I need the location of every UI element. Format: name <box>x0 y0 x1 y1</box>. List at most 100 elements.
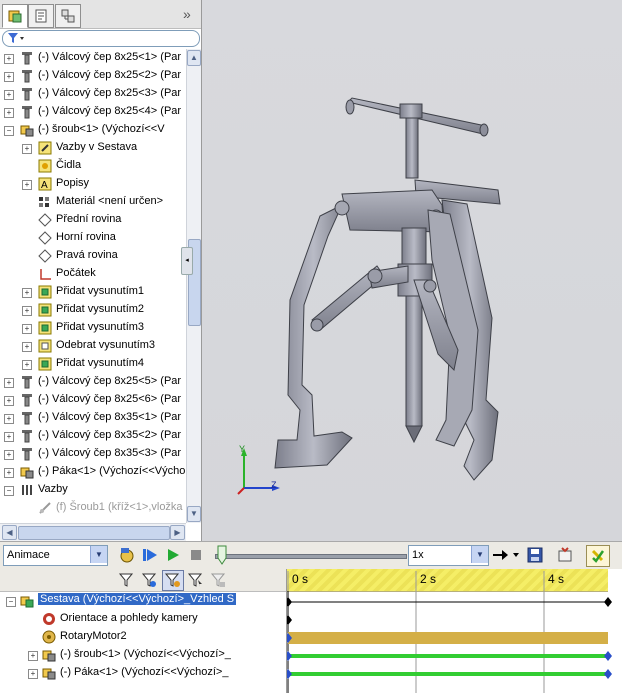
expand-toggle[interactable]: + <box>4 72 14 82</box>
expand-toggle[interactable]: + <box>4 414 14 424</box>
scroll-down-button[interactable]: ▼ <box>187 506 201 522</box>
tree-item[interactable]: + (-) Válcový čep 8x25<6> (Par <box>0 391 186 409</box>
component-change-bar[interactable] <box>288 654 608 658</box>
playback-slider-thumb[interactable] <box>216 545 228 565</box>
expand-toggle[interactable]: + <box>4 54 14 64</box>
expand-toggle[interactable]: + <box>22 288 32 298</box>
playback-slider[interactable] <box>215 554 407 559</box>
tree-item[interactable]: + (-) Válcový čep 8x35<3> (Par <box>0 445 186 463</box>
end-key[interactable] <box>604 597 612 607</box>
feature-manager-tab[interactable] <box>2 4 28 28</box>
motion-tree-item[interactable]: RotaryMotor2 <box>0 628 286 646</box>
filter-results-icon[interactable] <box>210 572 226 588</box>
panel-collapse-handle[interactable]: ◂ <box>181 247 193 275</box>
configuration-manager-tab[interactable] <box>55 4 81 28</box>
playback-speed-select[interactable]: 1x ▼ <box>408 545 489 566</box>
motion-tree-item[interactable]: + (-) šroub<1> (Výchozí<<Výchozí>_ <box>0 646 286 664</box>
tree-item[interactable]: + Přidat vysunutím2 <box>0 301 186 319</box>
stop-icon[interactable] <box>187 546 205 564</box>
scroll-left-button[interactable]: ◀ <box>2 525 17 540</box>
study-type-select[interactable]: Animace ▼ <box>3 545 108 566</box>
expand-toggle[interactable]: + <box>28 669 38 679</box>
component-change-bar[interactable] <box>288 672 608 676</box>
tree-item[interactable]: + (-) Válcový čep 8x25<4> (Par <box>0 103 186 121</box>
tree-horizontal-scrollbar[interactable]: ◀ ▶ <box>0 523 186 541</box>
filter-animated-icon[interactable] <box>141 572 157 588</box>
animation-wizard-icon[interactable] <box>556 546 574 564</box>
tree-item[interactable]: (f) Šroub1 (kříž<1>,vložka <box>0 499 186 517</box>
collapse-toggle[interactable]: − <box>6 597 16 607</box>
tree-item[interactable]: − (-) šroub<1> (Výchozí<<V <box>0 121 186 139</box>
tree-item[interactable]: + A Popisy <box>0 175 186 193</box>
tree-item[interactable]: + (-) Válcový čep 8x25<2> (Par <box>0 67 186 85</box>
tree-item[interactable]: + (-) Válcový čep 8x25<1> (Par <box>0 49 186 67</box>
tree-item[interactable]: + Vazby v Sestava <box>0 139 186 157</box>
timeline-graph[interactable]: 0 s 2 s 4 s <box>287 569 622 693</box>
play-from-start-icon[interactable] <box>141 546 159 564</box>
property-manager-tab[interactable] <box>28 4 54 28</box>
tree-item-label: (-) Válcový čep 8x25<2> (Par <box>38 69 182 81</box>
tree-item[interactable]: + (-) Válcový čep 8x35<1> (Par <box>0 409 186 427</box>
expand-toggle[interactable]: + <box>22 360 32 370</box>
component-start-key[interactable] <box>287 651 292 661</box>
tree-item-label: Pravá rovina <box>56 249 118 261</box>
tree-item[interactable]: + Přidat vysunutím4 <box>0 355 186 373</box>
tree-item[interactable]: + Přidat vysunutím1 <box>0 283 186 301</box>
tree-item[interactable]: − Vazby <box>0 481 186 499</box>
expand-toggle[interactable]: + <box>4 468 14 478</box>
horizontal-scroll-thumb[interactable] <box>18 526 170 540</box>
more-tabs-button[interactable]: » <box>183 6 191 22</box>
expand-toggle[interactable]: + <box>22 144 32 154</box>
autokey-button[interactable] <box>586 545 610 567</box>
expand-toggle[interactable]: + <box>28 651 38 661</box>
calculate-icon[interactable] <box>118 546 136 564</box>
motion-tree-item[interactable]: − Sestava (Výchozí<<Výchozí>_Vzhled S <box>0 592 286 610</box>
scroll-up-button[interactable]: ▲ <box>187 50 201 66</box>
tree-item[interactable]: Přední rovina <box>0 211 186 229</box>
graphics-area[interactable]: Y Z <box>202 0 622 541</box>
feature-filter-input[interactable] <box>2 30 200 47</box>
tree-item[interactable]: Pravá rovina <box>0 247 186 265</box>
tree-item[interactable]: + (-) Válcový čep 8x25<5> (Par <box>0 373 186 391</box>
expand-toggle[interactable]: + <box>22 324 32 334</box>
expand-toggle[interactable]: + <box>22 306 32 316</box>
chevron-down-icon[interactable]: ▼ <box>471 546 488 563</box>
collapse-toggle[interactable]: − <box>4 126 14 136</box>
camera-key[interactable] <box>287 615 292 625</box>
tree-item[interactable]: Horní rovina <box>0 229 186 247</box>
expand-toggle[interactable]: + <box>4 378 14 388</box>
expand-toggle[interactable]: + <box>22 342 32 352</box>
component-end-key[interactable] <box>604 651 612 661</box>
scroll-right-button[interactable]: ▶ <box>170 525 185 540</box>
expand-toggle[interactable]: + <box>4 396 14 406</box>
tree-item[interactable]: Počátek <box>0 265 186 283</box>
component-end-key[interactable] <box>604 669 612 679</box>
expand-toggle[interactable]: + <box>4 450 14 460</box>
tree-item[interactable]: Čidla <box>0 157 186 175</box>
tree-item[interactable]: + (-) Válcový čep 8x35<2> (Par <box>0 427 186 445</box>
save-animation-icon[interactable] <box>526 546 544 564</box>
motor-bar[interactable] <box>288 632 608 644</box>
expand-toggle[interactable]: + <box>22 180 32 190</box>
tree-item[interactable]: + (-) Válcový čep 8x25<3> (Par <box>0 85 186 103</box>
motion-tree-item[interactable]: + (-) Páka<1> (Výchozí<<Výchozí>_ <box>0 664 286 682</box>
tree-vertical-scrollbar[interactable]: ▲ ◂ ▼ <box>181 49 201 523</box>
filter-selected-icon[interactable] <box>187 572 203 588</box>
tree-item[interactable]: + Přidat vysunutím3 <box>0 319 186 337</box>
tree-item[interactable]: Materiál <není určen> <box>0 193 186 211</box>
chevron-down-icon[interactable]: ▼ <box>90 546 107 563</box>
plane-icon <box>38 249 52 263</box>
tree-item[interactable]: + (-) Páka<1> (Výchozí<<Výcho <box>0 463 186 481</box>
expand-toggle[interactable]: + <box>4 108 14 118</box>
playback-mode-icon[interactable] <box>492 547 520 563</box>
start-key[interactable] <box>287 597 292 607</box>
play-icon[interactable] <box>164 546 182 564</box>
filter-icon[interactable] <box>118 572 134 588</box>
component-start-key[interactable] <box>287 669 292 679</box>
filter-driving-button[interactable] <box>162 570 184 591</box>
expand-toggle[interactable]: + <box>4 90 14 100</box>
collapse-toggle[interactable]: − <box>4 486 14 496</box>
expand-toggle[interactable]: + <box>4 432 14 442</box>
tree-item[interactable]: + Odebrat vysunutím3 <box>0 337 186 355</box>
motion-tree-item[interactable]: Orientace a pohledy kamery <box>0 610 286 628</box>
